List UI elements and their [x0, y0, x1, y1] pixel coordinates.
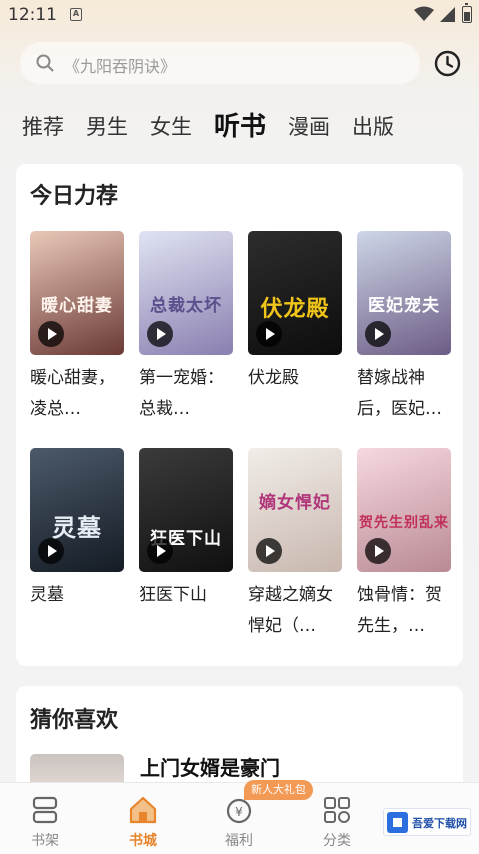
book-title: 暖心甜妻，凌总…: [30, 368, 115, 419]
book-title: 狂医下山: [139, 585, 207, 605]
store-icon: [129, 796, 157, 824]
new-user-gift-badge[interactable]: 新人大礼包: [244, 780, 313, 800]
book-title: 替嫁战神后，医妃…: [357, 368, 442, 419]
cover-art-text: 灵墓: [52, 513, 102, 542]
book-title: 伏龙殿: [248, 368, 299, 388]
book-title[interactable]: 上门女婿是豪门: [140, 752, 280, 781]
book-item[interactable]: 医妃宠夫 替嫁战神后，医妃…: [357, 231, 451, 425]
book-cover: 暖心甜妻: [30, 231, 124, 355]
nav-label: 福利: [225, 833, 253, 849]
play-icon[interactable]: [38, 321, 64, 347]
play-icon[interactable]: [256, 538, 282, 564]
section-title: 今日力荐: [30, 184, 119, 209]
book-title: 穿越之嫡女悍妃（…: [248, 585, 333, 636]
cover-art-text: 伏龙殿: [260, 296, 330, 322]
search-bar[interactable]: 《九阳吞阴诀》: [20, 42, 420, 84]
cover-art-text: 嫡女悍妃: [259, 493, 331, 513]
book-title: 第一宠婚：总裁…: [139, 368, 224, 419]
play-icon[interactable]: [365, 321, 391, 347]
book-cover: 狂医下山: [139, 448, 233, 572]
book-cover: 总裁太坏: [139, 231, 233, 355]
watermark-logo: 吾爱下载网: [383, 808, 471, 836]
search-placeholder: 《九阳吞阴诀》: [64, 57, 177, 76]
tab-comics[interactable]: 漫画: [288, 110, 330, 144]
cover-art-text: 医妃宠夫: [368, 296, 440, 316]
category-tabs: 推荐 男生 女生 听书 漫画 出版: [22, 104, 416, 144]
tab-female[interactable]: 女生: [150, 110, 192, 144]
section-title: 猜你喜欢: [30, 708, 119, 733]
book-item[interactable]: 贺先生别乱来 蚀骨情：贺先生，…: [357, 448, 451, 642]
play-icon[interactable]: [256, 321, 282, 347]
book-cover: 灵墓: [30, 448, 124, 572]
watermark-icon: [387, 812, 408, 833]
book-cover: 医妃宠夫: [357, 231, 451, 355]
signal-icon: [440, 7, 455, 22]
play-icon[interactable]: [38, 538, 64, 564]
tab-audiobook[interactable]: 听书: [214, 110, 266, 144]
cover-art-text: 总裁太坏: [150, 296, 222, 316]
book-item[interactable]: 嫡女悍妃 穿越之嫡女悍妃（…: [248, 448, 342, 642]
book-title: 蚀骨情：贺先生，…: [357, 585, 442, 636]
battery-icon: [462, 3, 472, 23]
history-clock-icon[interactable]: [433, 49, 462, 78]
svg-text:¥: ¥: [235, 805, 243, 819]
book-cover: 伏龙殿: [248, 231, 342, 355]
wifi-icon: [414, 6, 434, 21]
book-title: 灵墓: [30, 585, 64, 605]
status-time: 12:11: [8, 5, 57, 25]
nav-label: 书城: [129, 833, 157, 849]
bookshelf-icon: [32, 796, 58, 824]
nav-label: 分类: [323, 833, 351, 849]
play-icon[interactable]: [365, 538, 391, 564]
search-icon: [36, 54, 54, 72]
today-recommend-card: 今日力荐 暖心甜妻 暖心甜妻，凌总… 总裁太坏 第一宠婚：总裁… 伏龙殿 伏龙殿…: [16, 164, 463, 666]
nav-category[interactable]: 分类: [302, 783, 372, 854]
book-cover: 嫡女悍妃: [248, 448, 342, 572]
tab-recommend[interactable]: 推荐: [22, 110, 64, 144]
status-bar: 12:11 A: [0, 0, 479, 30]
book-item[interactable]: 暖心甜妻 暖心甜妻，凌总…: [30, 231, 124, 425]
play-icon[interactable]: [147, 321, 173, 347]
play-icon[interactable]: [147, 538, 173, 564]
book-item[interactable]: 总裁太坏 第一宠婚：总裁…: [139, 231, 233, 425]
cover-art-text: 贺先生别乱来: [359, 515, 449, 531]
book-item[interactable]: 狂医下山 狂医下山: [139, 448, 233, 642]
book-item[interactable]: 伏龙殿 伏龙殿: [248, 231, 342, 425]
nav-bookshelf[interactable]: 书架: [10, 783, 80, 854]
watermark-text: 吾爱下载网: [412, 817, 467, 830]
book-cover: 贺先生别乱来: [357, 448, 451, 572]
category-icon: [324, 797, 350, 823]
nav-bookstore[interactable]: 书城: [108, 783, 178, 854]
cover-art-text: 暖心甜妻: [41, 296, 113, 316]
tab-publishing[interactable]: 出版: [352, 110, 394, 144]
tab-male[interactable]: 男生: [86, 110, 128, 144]
notification-a-icon: A: [70, 8, 82, 21]
nav-label: 书架: [31, 833, 59, 849]
book-item[interactable]: 灵墓 灵墓: [30, 448, 124, 642]
